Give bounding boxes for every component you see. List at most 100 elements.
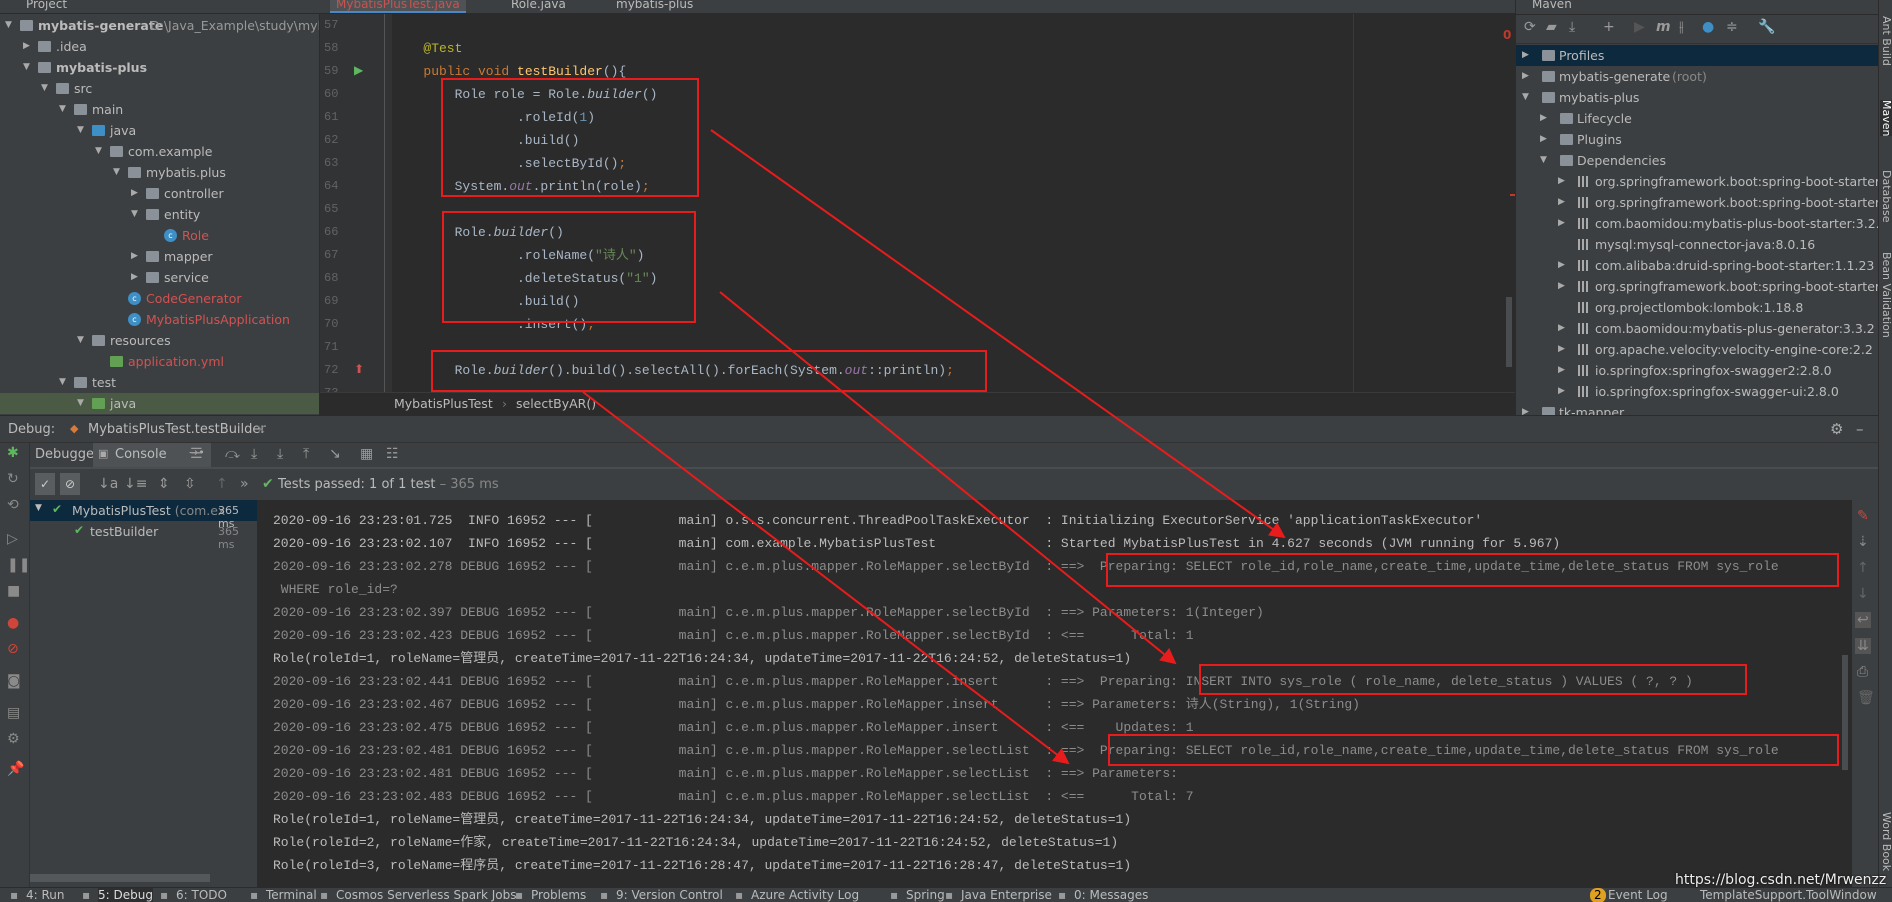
project-tree-item[interactable]: ▶ .idea xyxy=(0,36,319,57)
expand-arrow-icon[interactable]: ▼ xyxy=(131,204,141,225)
collapse-arrow-icon[interactable]: ▶ xyxy=(23,36,33,57)
settings-icon[interactable]: ⚙ xyxy=(7,731,20,747)
maven-tree-item[interactable]: ▼ mybatis-plus xyxy=(1516,87,1878,108)
collapse-arrow-icon[interactable]: ▶ xyxy=(1558,192,1568,213)
expand-arrow-icon[interactable]: ▼ xyxy=(41,78,51,99)
toggle-offline-icon[interactable]: ⫲ xyxy=(1679,19,1684,35)
collapse-all-icon[interactable]: ≑ xyxy=(1726,19,1738,35)
collapse-arrow-icon[interactable]: ▶ xyxy=(1522,66,1532,87)
project-tree-item[interactable]: c Role xyxy=(0,225,319,246)
force-step-into-icon[interactable]: ⤓ xyxy=(277,446,283,462)
collapse-arrow-icon[interactable]: ▶ xyxy=(1522,45,1532,66)
show-ignored-toggle[interactable]: ⊘ xyxy=(60,473,80,495)
run-icon[interactable]: ▶ xyxy=(1634,19,1645,35)
generate-sources-icon[interactable]: ▰ xyxy=(1546,19,1557,35)
expand-arrow-icon[interactable]: ▼ xyxy=(23,57,33,78)
evaluate-expression-icon[interactable]: ▦ xyxy=(360,446,373,462)
reload-icon[interactable]: ⟳ xyxy=(1524,19,1536,35)
maven-tree-item[interactable]: ▶ io.springfox:springfox-swagger-ui:2.8.0 xyxy=(1516,381,1878,402)
collapse-arrow-icon[interactable]: ▶ xyxy=(1522,402,1532,415)
project-tree-item[interactable]: ▼ com.example xyxy=(0,141,319,162)
code-editor[interactable]: 575859▶60616263646566676869707172⬆73 0 @… xyxy=(320,14,1515,392)
print-icon[interactable]: ⎙ xyxy=(1857,664,1868,680)
sort-icon[interactable]: ⇣ xyxy=(1857,534,1869,550)
tool-window-run[interactable]: 4: Run xyxy=(26,888,65,902)
debug-session-tab[interactable]: MybatisPlusTest.testBuilder xyxy=(88,422,266,437)
project-tree-item[interactable]: ▶ controller xyxy=(0,183,319,204)
collapse-arrow-icon[interactable]: ▶ xyxy=(1540,108,1550,129)
console-scrollbar[interactable] xyxy=(1842,655,1848,770)
expand-all-icon[interactable]: ⇕ xyxy=(158,476,170,492)
add-icon[interactable]: + xyxy=(1603,19,1615,35)
maven-tree-item[interactable]: ▶ org.springframework.boot:spring-boot-st… xyxy=(1516,171,1878,192)
project-tree-item[interactable]: ▼ test xyxy=(0,372,319,393)
expand-arrow-icon[interactable]: ▼ xyxy=(5,15,15,36)
maven-tree-item[interactable]: ▶ org.apache.velocity:velocity-engine-cor… xyxy=(1516,339,1878,360)
skip-tests-icon[interactable]: ● xyxy=(1702,19,1714,35)
collapse-arrow-icon[interactable]: ▶ xyxy=(1558,213,1568,234)
trace-icon[interactable]: ☷ xyxy=(386,446,399,462)
step-out-icon[interactable]: ⤒ xyxy=(303,446,309,462)
error-count-indicator[interactable]: 0 xyxy=(1503,28,1511,42)
maven-tree-item[interactable]: mysql:mysql-connector-java:8.0.16 xyxy=(1516,234,1878,255)
expand-arrow-icon[interactable]: ▼ xyxy=(77,120,87,141)
tool-window-spring[interactable]: Spring xyxy=(906,888,945,902)
tool-window-messages[interactable]: 0: Messages xyxy=(1074,888,1148,902)
tool-window-problems[interactable]: Problems xyxy=(531,888,586,902)
editor-tab[interactable]: MybatisPlusTest.java xyxy=(330,0,466,13)
collapse-arrow-icon[interactable]: ▶ xyxy=(1558,339,1568,360)
close-tab-icon[interactable]: × xyxy=(256,422,266,436)
project-tree-item[interactable]: ▼ mybatis-generate D:\Java_Example\study\m… xyxy=(0,15,319,36)
override-icon[interactable]: ⬆ xyxy=(354,362,364,376)
expand-arrow-icon[interactable]: ▼ xyxy=(59,372,69,393)
pin-icon[interactable]: 📌 xyxy=(7,761,24,777)
tool-window-azure[interactable]: Azure Activity Log xyxy=(751,888,859,902)
maven-tree-item[interactable]: ▶ com.baomidou:mybatis-plus-boot-starter:… xyxy=(1516,213,1878,234)
test-suite-row[interactable]: ▼ ✔ MybatisPlusTest (com.ex 365 ms xyxy=(30,500,257,530)
collapse-arrow-icon[interactable]: ▶ xyxy=(1558,360,1568,381)
maven-tree-item[interactable]: ▶ org.springframework.boot:spring-boot-st… xyxy=(1516,276,1878,297)
trash-icon[interactable]: 🗑 xyxy=(1857,690,1875,706)
restore-layout-icon[interactable]: ⟲ xyxy=(7,497,19,513)
project-tree-item[interactable]: ▼ java xyxy=(0,120,319,141)
collapse-arrow-icon[interactable]: ▶ xyxy=(131,183,141,204)
word-book-tab[interactable]: Word Book xyxy=(1880,812,1892,871)
previous-failed-icon[interactable]: ↑ xyxy=(216,476,228,492)
resume-icon[interactable]: ▷ xyxy=(7,531,18,547)
collapse-arrow-icon[interactable]: ▶ xyxy=(1558,276,1568,297)
collapse-arrow-icon[interactable]: ▶ xyxy=(1558,318,1568,339)
project-tree-item[interactable]: application.yml xyxy=(0,351,319,372)
editor-tab[interactable]: Role.java xyxy=(505,0,572,13)
expand-arrow-icon[interactable]: ▼ xyxy=(113,162,123,183)
collapse-arrow-icon[interactable]: ▶ xyxy=(1558,171,1568,192)
collapse-arrow-icon[interactable]: ▶ xyxy=(131,267,141,288)
stop-icon[interactable]: ■ xyxy=(7,583,20,599)
tool-window-version-control[interactable]: 9: Version Control xyxy=(616,888,723,902)
project-tree-item[interactable]: ▼ java xyxy=(0,393,319,414)
gear-icon[interactable]: ⚙ xyxy=(1830,420,1843,438)
expand-arrow-icon[interactable]: ▼ xyxy=(95,141,105,162)
debugger-tab[interactable]: Debugger xyxy=(35,447,99,462)
maven-tab[interactable]: Maven xyxy=(1880,100,1892,137)
horizontal-scrollbar[interactable] xyxy=(30,874,210,882)
editor-tab[interactable]: mybatis-plus xyxy=(610,0,699,13)
ant-build-tab[interactable]: Ant Build xyxy=(1880,16,1892,66)
collapse-arrow-icon[interactable]: ▶ xyxy=(1540,129,1550,150)
console-output[interactable]: 2020-09-16 23:23:01.725 INFO 16952 --- [… xyxy=(257,500,1852,887)
expand-arrow-icon[interactable]: ▼ xyxy=(35,503,42,513)
view-breakpoints-icon[interactable]: ● xyxy=(7,615,19,631)
sort-duration-icon[interactable]: ↓≡ xyxy=(124,476,147,492)
test-case-row[interactable]: ✔ testBuilder 365 ms xyxy=(30,521,257,551)
tool-window-debug[interactable]: 5: Debug xyxy=(98,888,153,902)
breadcrumb-method[interactable]: selectByAR() xyxy=(516,393,596,415)
show-passed-toggle[interactable]: ✓ xyxy=(35,473,55,495)
soft-wrap-icon[interactable]: ↩ xyxy=(1855,612,1871,628)
run-to-cursor-icon[interactable]: ↘ xyxy=(329,446,341,462)
expand-arrow-icon[interactable]: ▼ xyxy=(59,99,69,120)
download-icon[interactable]: ⤓ xyxy=(1569,19,1575,35)
expand-arrow-icon[interactable]: ▼ xyxy=(77,330,87,351)
editor-scrollbar[interactable] xyxy=(1506,297,1512,367)
debug-bug-icon[interactable]: ✱ xyxy=(7,445,19,461)
maven-tree-item[interactable]: ▶ org.springframework.boot:spring-boot-st… xyxy=(1516,192,1878,213)
clear-highlight-icon[interactable]: ✎ xyxy=(1857,508,1869,524)
